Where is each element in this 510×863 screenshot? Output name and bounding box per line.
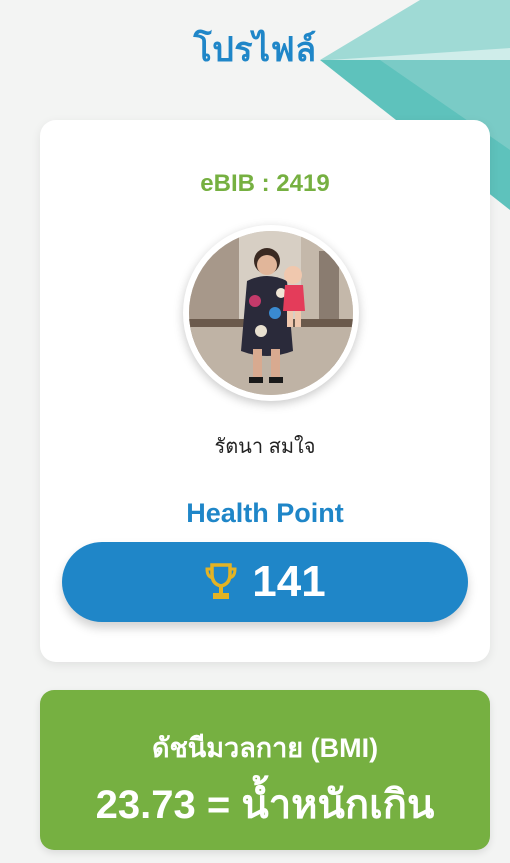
user-photo — [189, 231, 353, 395]
bmi-result: 23.73 = น้ำหนักเกิน — [95, 783, 435, 827]
avatar[interactable] — [183, 225, 359, 401]
health-point-label: Health Point — [186, 498, 344, 528]
bmi-label: ดัชนีมวลกาย (BMI) — [151, 733, 379, 763]
health-point-badge[interactable]: 141 — [62, 542, 468, 622]
user-name: รัตนา สมใจ — [214, 436, 316, 458]
profile-screen: โปรไฟล์ eBIB : 2419 รัตนา สมใจ Health Po… — [0, 0, 510, 863]
page-title: โปรไฟล์ — [193, 31, 317, 69]
ebib-number: eBIB : 2419 — [200, 170, 330, 197]
bmi-card[interactable]: ดัชนีมวลกาย (BMI) 23.73 = น้ำหนักเกิน — [40, 690, 490, 850]
health-point-value: 141 — [252, 557, 326, 606]
profile-card: eBIB : 2419 รัตนา สมใจ Health Point 141 — [40, 120, 490, 662]
trophy-icon — [205, 563, 237, 599]
